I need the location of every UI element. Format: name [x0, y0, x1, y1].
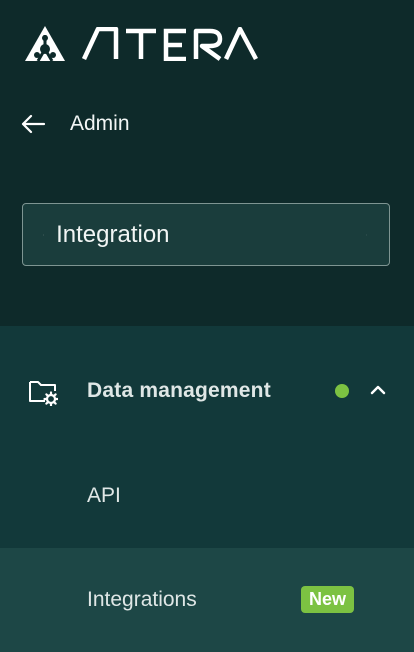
search-icon — [43, 234, 45, 235]
back-to-admin-link[interactable]: Admin — [20, 104, 130, 144]
arrow-left-icon — [21, 114, 46, 134]
atera-logo-icon — [25, 26, 65, 62]
atera-wordmark — [82, 27, 258, 61]
new-badge: New — [301, 586, 355, 613]
folder-gear-icon — [29, 381, 58, 406]
group-label: Data management — [87, 379, 271, 402]
status-dot — [335, 384, 349, 398]
nav-section: Data management API Integrations New — [0, 326, 414, 652]
sidebar-item-label: Integrations — [87, 588, 197, 611]
admin-sidebar: Admin Data management API — [0, 0, 414, 652]
sidebar-item-integrations[interactable]: Integrations New — [0, 548, 414, 652]
sidebar-item-api[interactable]: API — [0, 446, 414, 546]
brand-logo[interactable] — [24, 24, 258, 64]
data-management-group-toggle[interactable]: Data management — [0, 360, 414, 422]
sidebar-item-label: API — [87, 484, 121, 507]
search-field[interactable] — [22, 203, 390, 266]
search-input[interactable] — [56, 220, 367, 249]
back-label: Admin — [70, 112, 130, 135]
chevron-up-icon[interactable] — [368, 380, 388, 400]
close-icon[interactable] — [366, 222, 367, 248]
